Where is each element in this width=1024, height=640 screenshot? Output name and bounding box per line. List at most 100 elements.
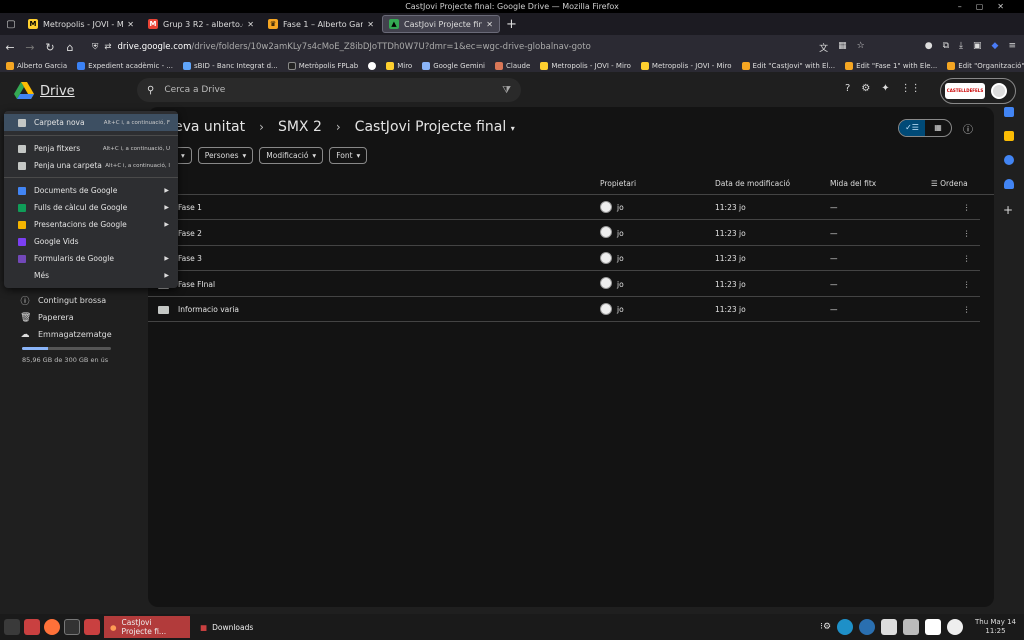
url-bar[interactable]: ⛨ ⇄ drive.google.com /drive/folders/10w2… [86,37,813,57]
files-icon[interactable] [84,619,100,635]
bookmark[interactable]: Google Gemini [422,61,485,70]
clock[interactable]: Thu May 14 11:25 [975,618,1016,636]
bookmark[interactable]: Expedient acadèmic - ... [77,61,173,70]
downloads-icon[interactable]: ⤓ [959,41,963,54]
table-row[interactable]: Informacio varia jo 11:23 jo — ⋮ [148,297,980,322]
bookmark[interactable]: Edit "CastJovi" with El... [741,61,835,70]
table-row[interactable]: Fase FInal jo 11:23 jo — ⋮ [148,272,980,297]
terminal-icon[interactable] [64,619,80,635]
sort-button[interactable]: ☰ Ordena [931,179,968,188]
contacts-icon[interactable] [1004,179,1014,189]
reload-button[interactable]: ↻ [40,41,60,54]
remote-desktop-icon[interactable] [837,619,854,635]
column-owner[interactable]: Propietari [600,179,636,188]
taskbar-window-firefox[interactable]: ● CastJovi Projecte fi... [104,616,190,638]
more-actions-icon[interactable]: ⋮ [963,203,971,212]
apps-grid-icon[interactable]: ⋮⋮ [901,83,921,94]
window-controls[interactable]: –▢✕ [958,0,1018,13]
search-icon[interactable]: ⚲ [147,85,154,96]
shield-blue-icon[interactable]: ◆ [992,41,999,54]
menu-item[interactable]: Fulls de càlcul de Google ▶ [4,199,178,216]
menu-item[interactable]: Penja fitxers Alt+C i, a continuació, U [4,140,178,157]
filter-modified[interactable]: Modificació ▾ [259,147,324,164]
screen-icon[interactable] [925,619,942,635]
new-tab-button[interactable]: + [506,17,517,32]
grid-view-button[interactable]: ▦ [925,120,951,136]
menu-item[interactable]: Google Vids [4,233,178,250]
breadcrumb-item[interactable]: SMX 2 [278,119,322,135]
column-size[interactable]: Mida del fitx [830,179,876,188]
info-icon[interactable]: ⓘ [963,121,973,136]
menu-item[interactable]: Carpeta nova Alt+C i, a continuació, F [4,114,178,131]
search-input[interactable]: Cerca a Drive [164,85,225,95]
column-modified[interactable]: Data de modificació [715,179,790,188]
help-icon[interactable]: ? [845,83,850,94]
clipboard-icon[interactable] [881,619,898,635]
extensions-icon[interactable]: ⧉ [943,41,949,54]
search-options-icon[interactable]: ⧩ [502,85,511,96]
menu-item[interactable]: Formularis de Google ▶ [4,250,178,267]
sidebar-item-spam[interactable]: ⓘ Contingut brossa [0,292,137,309]
search-bar[interactable]: ⚲ Cerca a Drive ⧩ [137,78,521,102]
show-desktop-icon[interactable] [24,619,40,635]
sidebar-item-trash[interactable]: 🗑 Paperera [0,309,137,326]
bookmark[interactable]: Miro [386,61,412,70]
breadcrumb-current[interactable]: CastJovi Projecte final ▾ [355,119,515,135]
forward-button[interactable]: → [20,41,40,54]
translate-icon[interactable]: 文 [819,41,828,54]
close-icon[interactable]: ✕ [247,20,254,29]
table-row[interactable]: Fase 1 jo 11:23 jo — ⋮ [148,195,980,220]
table-row[interactable]: Fase 2 jo 11:23 jo — ⋮ [148,221,980,246]
settings-icon[interactable]: ⚙ [861,83,870,94]
bookmark[interactable]: Edit "Organització" wi... [947,61,1024,70]
firefox-icon[interactable] [44,619,60,635]
menu-icon[interactable]: ≡ [1008,41,1016,54]
close-icon[interactable]: ✕ [367,20,374,29]
drive-logo[interactable]: Drive [14,82,75,100]
calendar-icon[interactable] [1004,107,1014,117]
back-button[interactable]: ← [0,41,20,54]
bookmark[interactable]: Metròpolis FPLab [287,61,358,70]
app-menu-icon[interactable] [4,619,20,635]
tab-fase1[interactable]: ♛ Fase 1 – Alberto Garcia ✕ [262,15,380,33]
bookmark[interactable] [368,61,377,70]
account-button[interactable]: CASTELLDEFELS [940,78,1016,104]
more-actions-icon[interactable]: ⋮ [963,280,971,289]
close-icon[interactable]: ✕ [127,20,134,29]
menu-item[interactable]: Documents de Google ▶ [4,182,178,199]
bookmark[interactable]: Metropolis - JOVI - Miro [540,61,631,70]
bookmark[interactable]: Metropolis - JOVI - Miro [640,61,732,70]
list-all-tabs-icon[interactable]: ▢ [0,19,22,30]
bookmark[interactable]: Edit "Fase 1" with Ele... [845,61,937,70]
tray-settings-icon[interactable]: ⁝⚙ [820,622,831,632]
taskbar-window-downloads[interactable]: ■ Downloads [194,616,259,638]
bookmark[interactable]: Alberto Garcia [6,61,67,70]
bookmark[interactable]: Claude [495,61,530,70]
shield-icon[interactable]: ⛨ [92,42,98,52]
menu-item[interactable]: Penja una carpeta Alt+C i, a continuació,… [4,157,178,174]
keep-icon[interactable] [1004,131,1014,141]
gemini-icon[interactable]: ✦ [881,83,889,94]
list-view-button[interactable]: ✓☰ [899,120,925,136]
qr-icon[interactable]: ▦ [838,41,847,54]
more-actions-icon[interactable]: ⋮ [963,254,971,263]
close-icon[interactable]: ✕ [486,20,493,29]
table-row[interactable]: Fase 3 jo 11:23 jo — ⋮ [148,246,980,271]
tasks-icon[interactable] [1004,155,1014,165]
star-icon[interactable]: ☆ [857,41,865,54]
more-actions-icon[interactable]: ⋮ [963,229,971,238]
filter-people[interactable]: Persones ▾ [197,147,254,164]
view-toggle[interactable]: ✓☰ ▦ [898,119,952,137]
account-icon[interactable]: ● [925,41,933,54]
home-button[interactable]: ⌂ [60,41,80,54]
power-icon[interactable] [947,619,964,635]
shield-icon[interactable] [903,619,920,635]
sidebar-item-storage[interactable]: ☁ Emmagatzematge [0,326,137,343]
menu-item[interactable]: Presentacions de Google ▶ [4,216,178,233]
apps-icon[interactable]: ▣ [973,41,982,54]
lock-icon[interactable]: ⇄ [104,42,111,52]
bookmark[interactable]: sBID - Banc Integrat d... [183,61,278,70]
tab-gmail[interactable]: M Grup 3 R2 - alberto.garcia@ ✕ [142,15,260,33]
swirl-icon[interactable] [859,619,876,635]
tab-miro[interactable]: M Metropolis - JOVI - Miro ✕ [22,15,140,33]
